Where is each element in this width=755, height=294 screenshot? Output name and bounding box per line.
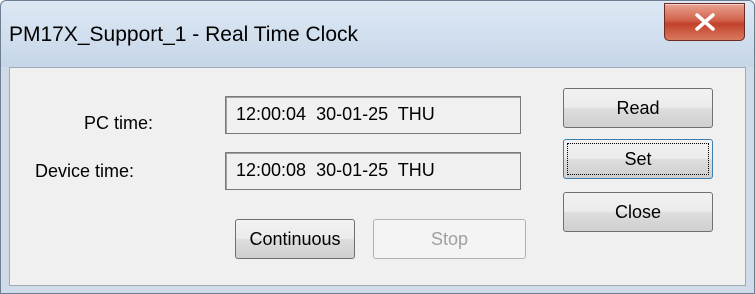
set-button[interactable]: Set <box>563 139 713 179</box>
pc-time-field: 12:00:04 30-01-25 THU <box>225 96 521 134</box>
device-time-field: 12:00:08 30-01-25 THU <box>225 152 521 190</box>
rtc-dialog-window: PM17X_Support_1 - Real Time Clock PC tim… <box>0 0 755 294</box>
stop-button[interactable]: Stop <box>373 219 526 259</box>
read-button[interactable]: Read <box>563 88 713 128</box>
close-x-icon <box>695 13 715 31</box>
set-button-label: Set <box>624 149 652 169</box>
pc-time-label: PC time: <box>84 113 154 133</box>
window-title: PM17X_Support_1 - Real Time Clock <box>9 23 358 46</box>
continuous-button[interactable]: Continuous <box>235 219 355 259</box>
title-bar[interactable]: PM17X_Support_1 - Real Time Clock <box>1 1 754 67</box>
window-close-button[interactable] <box>664 3 745 41</box>
dialog-client-area: PC time: 12:00:04 30-01-25 THU Device ti… <box>9 67 746 286</box>
device-time-label: Device time: <box>35 161 135 181</box>
close-button[interactable]: Close <box>563 192 713 232</box>
